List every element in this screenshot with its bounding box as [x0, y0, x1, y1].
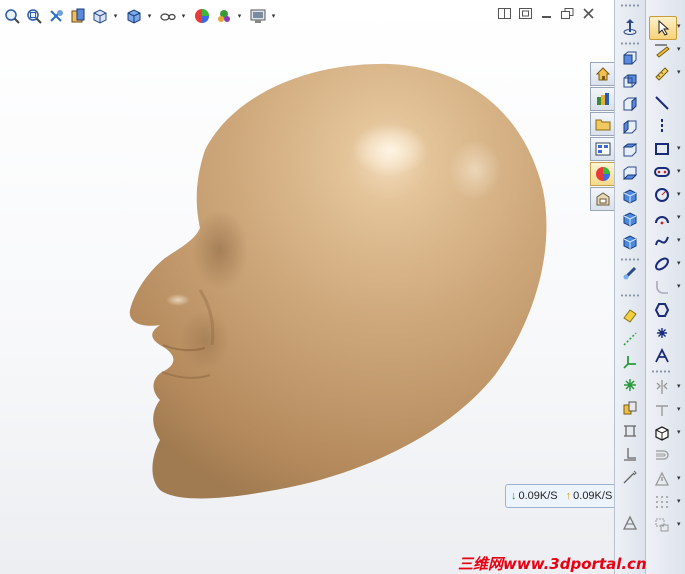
slot-dropdown[interactable]: ▾: [677, 167, 681, 175]
convert-dropdown[interactable]: ▾: [677, 428, 681, 436]
fillet-icon[interactable]: [649, 276, 675, 298]
rectangle-dropdown[interactable]: ▾: [677, 144, 681, 152]
view-toolbar: [614, 0, 645, 574]
convert-entities-icon[interactable]: [649, 422, 675, 444]
axis-icon[interactable]: [618, 328, 642, 350]
isometric-view-icon[interactable]: [618, 185, 642, 207]
trim-dropdown[interactable]: ▾: [677, 405, 681, 413]
left-view-icon[interactable]: [618, 93, 642, 115]
spline-dropdown[interactable]: ▾: [677, 236, 681, 244]
sketch-toolbar: ▾ ▾ ▾ ▾ ▾ ▾ ▾ ▾ ▾ ▾ ▾ ▾ ▾ ▾ ▾ ▾: [645, 0, 685, 574]
file-explorer-icon[interactable]: [590, 112, 616, 136]
graphics-area[interactable]: ▾ ▾ ▾ ▾ ▾ ↓ 0.09K/S ↑ 0.09K/S: [0, 0, 636, 574]
upload-arrow-icon: ↑: [565, 490, 572, 502]
task-pane-tabs: [590, 62, 616, 212]
bottom-view-icon[interactable]: [618, 162, 642, 184]
relations-dropdown[interactable]: ▾: [677, 474, 681, 482]
move-triad-icon[interactable]: [618, 16, 642, 38]
mate-reference-icon[interactable]: [618, 397, 642, 419]
design-library-icon[interactable]: [590, 87, 616, 111]
grid-dropdown[interactable]: ▾: [677, 497, 681, 505]
resources-home-icon[interactable]: [590, 62, 616, 86]
view-palette-icon[interactable]: [590, 137, 616, 161]
linear-pattern-icon[interactable]: [618, 420, 642, 442]
grid-icon[interactable]: [649, 491, 675, 513]
select-pointer-icon[interactable]: [649, 16, 677, 40]
normal-to-icon[interactable]: [618, 262, 642, 284]
fillet-dropdown[interactable]: ▾: [677, 282, 681, 290]
circle-icon[interactable]: [649, 184, 675, 206]
circle-dropdown[interactable]: ▾: [677, 190, 681, 198]
toolbar-grip[interactable]: [651, 370, 671, 373]
upload-speed: 0.09K/S: [573, 490, 613, 502]
network-speed-widget[interactable]: ↓ 0.09K/S ↑ 0.09K/S e: [505, 484, 636, 508]
point-icon[interactable]: [618, 374, 642, 396]
select-dropdown[interactable]: ▾: [677, 22, 681, 30]
text-icon[interactable]: [649, 345, 675, 367]
sketch-line-icon[interactable]: [618, 466, 642, 488]
ellipse-dropdown[interactable]: ▾: [677, 259, 681, 267]
sketch-point-icon[interactable]: [649, 322, 675, 344]
move-entities-dropdown[interactable]: ▾: [677, 520, 681, 528]
spline-icon[interactable]: [649, 230, 675, 252]
toolbar-grip[interactable]: [620, 258, 640, 261]
move-entities-icon[interactable]: [649, 514, 675, 536]
smart-dimension-dropdown[interactable]: ▾: [677, 68, 681, 76]
ellipse-icon[interactable]: [649, 253, 675, 275]
toolbar-grip[interactable]: [620, 42, 640, 45]
slot-icon[interactable]: [649, 161, 675, 183]
appearances-scenes-icon[interactable]: [590, 162, 616, 186]
trim-entities-icon[interactable]: [649, 399, 675, 421]
plane-icon[interactable]: [618, 305, 642, 327]
centerline-icon[interactable]: [649, 115, 675, 137]
custom-properties-icon[interactable]: [590, 187, 616, 211]
edit-sketch-dropdown[interactable]: ▾: [677, 45, 681, 53]
polygon-icon[interactable]: [649, 299, 675, 321]
offset-entities-icon[interactable]: [649, 445, 675, 467]
toolbar-grip[interactable]: [620, 294, 640, 297]
coordinate-system-icon[interactable]: [618, 351, 642, 373]
arc-icon[interactable]: [649, 207, 675, 229]
display-delete-relations-icon[interactable]: [649, 468, 675, 490]
toolbar-grip[interactable]: [620, 4, 640, 7]
download-speed: 0.09K/S: [518, 490, 558, 502]
front-view-icon[interactable]: [618, 47, 642, 69]
trimetric-view-icon[interactable]: [618, 208, 642, 230]
dimetric-view-icon[interactable]: [618, 231, 642, 253]
right-view-icon[interactable]: [618, 116, 642, 138]
top-view-icon[interactable]: [618, 139, 642, 161]
smart-dimension-icon[interactable]: [649, 62, 675, 84]
mirror-entities-icon[interactable]: [649, 376, 675, 398]
watermark-text: 三维网www.3dportal.cn: [458, 555, 647, 573]
face-surface[interactable]: [129, 63, 547, 499]
download-arrow-icon: ↓: [511, 490, 517, 502]
line-icon[interactable]: [649, 92, 675, 114]
back-view-icon[interactable]: [618, 70, 642, 92]
intersection-icon[interactable]: [618, 512, 642, 534]
arc-dropdown[interactable]: ▾: [677, 213, 681, 221]
edit-sketch-icon[interactable]: [649, 39, 675, 61]
extend-icon[interactable]: [618, 443, 642, 465]
rectangle-icon[interactable]: [649, 138, 675, 160]
mirror-dropdown[interactable]: ▾: [677, 382, 681, 390]
